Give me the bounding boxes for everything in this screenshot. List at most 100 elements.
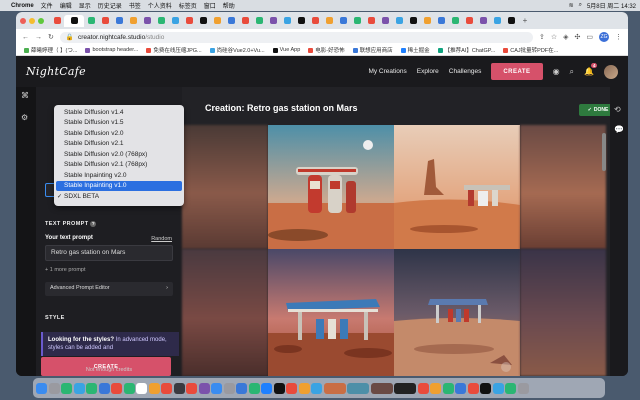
generated-image-1[interactable]	[268, 125, 394, 249]
launchpad-icon[interactable]	[48, 382, 60, 394]
history-icon[interactable]: ⟲	[614, 105, 621, 114]
comment-icon[interactable]: 💬	[614, 125, 624, 134]
music-icon[interactable]	[186, 382, 197, 394]
discord-icon[interactable]: ◉	[553, 67, 560, 76]
browser-tab[interactable]	[322, 15, 336, 27]
browser-tab[interactable]	[420, 15, 434, 27]
browser-tab[interactable]	[294, 15, 308, 27]
bookmark-item[interactable]: 稀土掘金	[400, 46, 430, 54]
prompt-input[interactable]: Retro gas station on Mars	[45, 245, 173, 261]
puzzle-icon[interactable]: ✣	[575, 33, 581, 41]
star-icon[interactable]: ☆	[551, 33, 557, 41]
menu-dots-icon[interactable]: ⋮	[615, 33, 622, 41]
browser-tab[interactable]	[84, 15, 98, 27]
reminders-icon[interactable]	[161, 382, 172, 394]
trash-icon[interactable]	[517, 382, 529, 394]
bookmark-item[interactable]: 【推荐AI】ChatGP...	[437, 46, 495, 54]
facetime-icon[interactable]	[123, 382, 135, 394]
mail-icon[interactable]	[98, 382, 110, 394]
browser-tab-active[interactable]	[64, 14, 84, 27]
nav-my-creations[interactable]: My Creations	[368, 68, 406, 75]
calendar-icon[interactable]	[136, 382, 147, 394]
browser-tab[interactable]	[406, 15, 420, 27]
app-icon[interactable]	[430, 382, 441, 394]
app-icon[interactable]	[505, 382, 516, 394]
system-preferences-icon[interactable]	[223, 382, 235, 394]
close-window-button[interactable]	[20, 17, 26, 24]
window-thumbnail[interactable]	[370, 382, 393, 394]
browser-tab[interactable]	[378, 15, 392, 27]
browser-tab[interactable]	[504, 15, 518, 27]
bookmark-item[interactable]: 薛曦婷理（ 】(つ...	[24, 46, 77, 54]
address-bar[interactable]: 🔒 creator.nightcafe.studio/studio	[59, 31, 533, 43]
app-icon[interactable]	[417, 382, 429, 394]
dropdown-option[interactable]: Stable Inpainting v2.0	[54, 170, 184, 181]
dropdown-option-highlighted[interactable]: Stable Inpainting v1.0	[56, 180, 182, 191]
app-icon[interactable]	[61, 382, 72, 394]
browser-tab[interactable]	[490, 15, 504, 27]
dropdown-option[interactable]: Stable Diffusion v1.5	[54, 118, 184, 129]
app-icon[interactable]	[455, 382, 466, 394]
settings-gear-icon[interactable]: ⚙	[21, 113, 28, 122]
app-icon[interactable]	[286, 382, 297, 394]
bookmark-item[interactable]: 免费在线压缩JPG...	[146, 46, 202, 54]
bookmark-item[interactable]: 电影-好恐怖	[308, 46, 345, 54]
forward-icon[interactable]: →	[35, 34, 42, 41]
appstore-icon[interactable]	[211, 382, 222, 394]
nightcafe-logo[interactable]: NightCafe	[26, 65, 86, 78]
menu-bookmarks[interactable]: 书签	[129, 1, 141, 10]
profile-avatar[interactable]: ZG	[599, 32, 609, 42]
dropdown-option-selected[interactable]: ✓ SDXL BETA	[54, 191, 184, 202]
bookmark-item[interactable]: CAJ批量转PDF在...	[503, 46, 558, 54]
browser-tab[interactable]	[308, 15, 322, 27]
messages-icon[interactable]	[86, 382, 97, 394]
browser-tab[interactable]	[280, 15, 294, 27]
generated-image-4[interactable]	[394, 249, 520, 376]
header-create-button[interactable]: CREATE	[491, 63, 543, 80]
menu-edit[interactable]: 编辑	[60, 1, 72, 10]
tv-icon[interactable]	[173, 382, 185, 394]
browser-tab[interactable]	[252, 15, 266, 27]
browser-tab[interactable]	[50, 15, 64, 27]
browser-tab[interactable]	[168, 15, 182, 27]
sidebar-icon[interactable]: ▭	[586, 33, 593, 41]
chrome-icon[interactable]	[467, 382, 479, 394]
terminal-icon[interactable]	[273, 382, 285, 394]
menu-window[interactable]: 窗口	[204, 1, 216, 10]
scrollbar-thumb[interactable]	[602, 133, 606, 171]
vscode-icon[interactable]	[236, 382, 247, 394]
extension-icon[interactable]: ◈	[563, 33, 568, 41]
bookmark-item[interactable]: 尚硅谷Vue2.0+Vu...	[209, 46, 265, 54]
wifi-icon[interactable]: ≋	[569, 2, 574, 9]
browser-tab[interactable]	[126, 15, 140, 27]
bookmark-item[interactable]: Vue App	[272, 47, 300, 53]
zoom-window-button[interactable]	[38, 17, 44, 24]
podcasts-icon[interactable]	[198, 382, 210, 394]
menu-view[interactable]: 显示	[79, 1, 91, 10]
browser-tab[interactable]	[210, 15, 224, 27]
menu-profiles[interactable]: 个人资料	[148, 1, 172, 10]
app-icon[interactable]	[480, 382, 491, 394]
window-thumbnail[interactable]	[323, 382, 346, 394]
new-tab-button[interactable]: +	[518, 15, 532, 27]
browser-tab[interactable]	[434, 15, 448, 27]
bookmark-item[interactable]: bootstrap header...	[85, 47, 138, 53]
menu-file[interactable]: 文件	[41, 1, 53, 10]
browser-tab[interactable]	[196, 15, 210, 27]
add-prompt-link[interactable]: + 1 more prompt	[45, 267, 86, 273]
back-icon[interactable]: ←	[22, 34, 29, 41]
nav-explore[interactable]: Explore	[417, 68, 439, 75]
browser-tab[interactable]	[266, 15, 280, 27]
browser-tab[interactable]	[462, 15, 476, 27]
generated-image-2[interactable]	[394, 125, 520, 249]
menu-app-name[interactable]: Chrome	[11, 3, 34, 9]
browser-tab[interactable]	[182, 15, 196, 27]
dropdown-option[interactable]: Stable Diffusion v2.0	[54, 128, 184, 139]
browser-tab[interactable]	[238, 15, 252, 27]
notification-bell-icon[interactable]: 🔔 4	[584, 63, 597, 76]
nav-challenges[interactable]: Challenges	[449, 68, 482, 75]
app-icon[interactable]	[298, 382, 310, 394]
minimize-window-button[interactable]	[29, 17, 35, 24]
notes-icon[interactable]	[148, 382, 160, 394]
window-thumbnail[interactable]	[394, 382, 416, 394]
